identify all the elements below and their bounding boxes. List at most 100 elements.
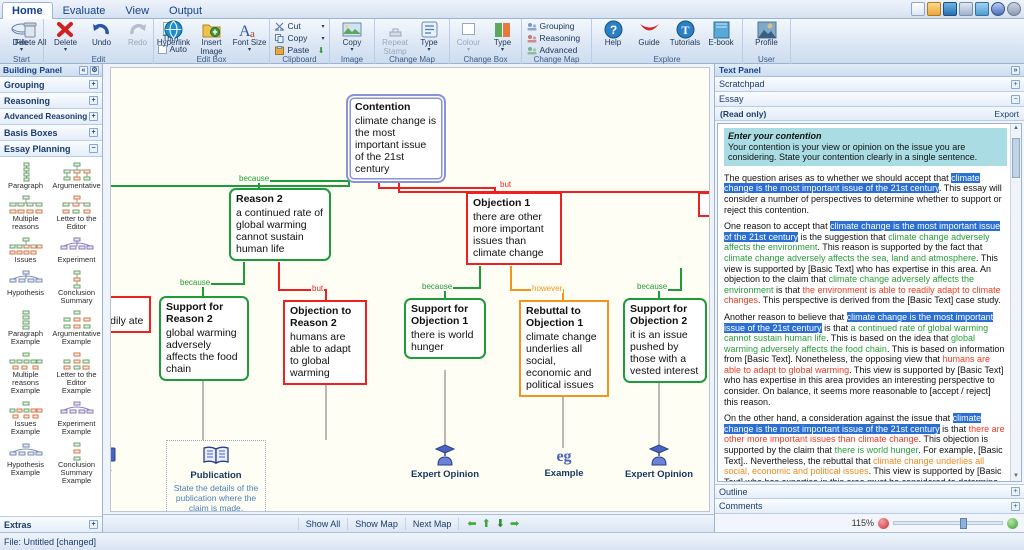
section-reasoning[interactable]: Reasoning + <box>0 93 102 109</box>
template-hypothesis-example[interactable]: Hypothesis Example <box>0 439 51 486</box>
node-objection-to-reason-2[interactable]: Objection to Reason 2 humans are able to… <box>283 300 367 385</box>
argument-map-canvas[interactable]: Contention climate change is the most im… <box>110 67 710 512</box>
save-icon[interactable] <box>943 2 957 16</box>
node-support-for-objection-1[interactable]: Support for Objection 1 there is world h… <box>404 298 486 359</box>
section-basis-boxes-toggle[interactable]: + <box>89 128 98 137</box>
node-reason-2[interactable]: Reason 2 a continued rate of global warm… <box>229 188 331 261</box>
chevron-down-icon[interactable]: ▾ <box>427 47 430 53</box>
template-letter-editor-example[interactable]: Letter to the Editor Example <box>51 349 102 396</box>
scroll-down-icon[interactable]: ▼ <box>1012 472 1020 481</box>
essay-text-area[interactable]: Enter your contention Your contention is… <box>717 123 1022 482</box>
reasoning-button[interactable]: Reasoning <box>525 33 589 43</box>
section-comments-toggle[interactable]: + <box>1011 501 1020 511</box>
section-scratchpad-toggle[interactable]: + <box>1011 79 1020 89</box>
template-letter-editor[interactable]: Letter to the Editor <box>51 193 102 232</box>
node-objection-1[interactable]: Objection 1 there are other more importa… <box>466 192 562 265</box>
insert-image-button[interactable]: Insert Image <box>193 20 231 56</box>
section-basis-boxes[interactable]: Basis Boxes + <box>0 125 102 141</box>
node-objection-2[interactable]: Objection 1 <box>698 192 709 217</box>
chevron-down-icon[interactable]: ▾ <box>321 35 324 42</box>
basis-expert-opinion-1[interactable]: Expert Opinion <box>395 444 495 480</box>
section-essay-planning-toggle[interactable]: − <box>89 144 98 153</box>
panel-options-icon[interactable]: ⚙ <box>90 65 99 75</box>
node-reason-1-partial[interactable]: X ment adily ate <box>111 296 151 333</box>
repeat-stamp-button[interactable]: Repeat Stamp <box>378 20 412 56</box>
profile-button[interactable]: Profile <box>747 20 787 48</box>
arrow-down-icon[interactable]: ⬇ <box>318 46 325 55</box>
section-advanced-reasoning[interactable]: Advanced Reasoning + <box>0 109 102 125</box>
chevron-down-icon[interactable]: ▾ <box>350 47 353 53</box>
ebook-button[interactable]: E-book <box>703 20 739 48</box>
template-argumentative-example[interactable]: Argumentative Example <box>51 308 102 347</box>
section-extras[interactable]: Extras + <box>0 516 102 532</box>
template-paragraph[interactable]: Paragraph <box>0 160 51 191</box>
basis-expert-opinion-2[interactable]: Expert Opinion <box>609 444 709 480</box>
open-icon[interactable] <box>927 2 941 16</box>
section-grouping[interactable]: Grouping + <box>0 77 102 93</box>
cut-button[interactable]: Cut ▾ <box>273 21 327 31</box>
essay-scrollbar[interactable]: ▲ ▼ <box>1010 124 1021 481</box>
next-map-button[interactable]: Next Map <box>406 517 460 530</box>
zoom-in-button[interactable] <box>1007 517 1018 529</box>
section-grouping-toggle[interactable]: + <box>89 80 98 89</box>
colour-button[interactable]: Colour ▾ <box>452 20 486 53</box>
template-experiment[interactable]: Experiment <box>51 234 102 265</box>
copy-icon[interactable] <box>959 2 973 16</box>
show-all-button[interactable]: Show All <box>297 517 349 530</box>
basis-case-study[interactable]: dy <box>111 444 156 478</box>
tutorials-button[interactable]: T Tutorials <box>667 20 703 48</box>
section-outline[interactable]: Outline + <box>715 484 1024 499</box>
template-conclusion-summary-example[interactable]: Conclusion Summary Example <box>51 439 102 486</box>
node-rebuttal-to-objection-1[interactable]: Rebuttal to Objection 1 climate change u… <box>519 300 609 397</box>
show-map-button[interactable]: Show Map <box>348 517 406 530</box>
template-conclusion-summary[interactable]: Conclusion Summary <box>51 267 102 306</box>
chevron-down-icon[interactable]: ▾ <box>64 47 67 53</box>
export-button[interactable]: Export <box>994 109 1019 119</box>
undo-icon[interactable] <box>991 2 1005 16</box>
zoom-slider[interactable] <box>893 518 1003 529</box>
section-advanced-reasoning-toggle[interactable]: + <box>89 112 98 121</box>
delete-button[interactable]: Delete ▾ <box>48 20 84 53</box>
copy-button[interactable]: Copy ▾ <box>273 33 327 43</box>
section-essay-toggle[interactable]: − <box>1011 94 1020 104</box>
section-essay-planning[interactable]: Essay Planning − <box>0 141 102 157</box>
arrow-right-icon[interactable]: ➡ <box>510 517 519 530</box>
scroll-up-icon[interactable]: ▲ <box>1012 124 1020 133</box>
guide-button[interactable]: Guide <box>631 20 667 48</box>
zoom-out-button[interactable] <box>878 517 889 529</box>
paste-button[interactable]: Paste ⬇ <box>273 45 327 55</box>
box-type-button[interactable]: Type ▾ <box>486 20 520 53</box>
new-icon[interactable] <box>911 2 925 16</box>
template-experiment-example[interactable]: Experiment Example <box>51 398 102 437</box>
essay-scrollbar-thumb[interactable] <box>1012 138 1020 178</box>
basis-publication[interactable]: Publication State the details of the pub… <box>166 440 266 511</box>
section-outline-toggle[interactable]: + <box>1011 487 1020 496</box>
hyperlink-button[interactable]: Hyperlink <box>155 20 193 48</box>
section-scratchpad[interactable]: Scratchpad + <box>715 77 1024 92</box>
image-copy-button[interactable]: Copy ▾ <box>334 20 370 53</box>
node-contention[interactable]: Contention climate change is the most im… <box>346 94 446 183</box>
template-multiple-reasons[interactable]: Multiple reasons <box>0 193 51 232</box>
section-extras-toggle[interactable]: + <box>89 520 98 529</box>
publication-box[interactable]: Publication State the details of the pub… <box>166 440 266 511</box>
chevron-down-icon[interactable]: ▾ <box>467 47 470 53</box>
template-hypothesis[interactable]: Hypothesis <box>0 267 51 306</box>
arrow-left-icon[interactable]: ⬅ <box>467 517 476 530</box>
section-reasoning-toggle[interactable]: + <box>89 96 98 105</box>
advanced-button[interactable]: Advanced <box>525 45 589 55</box>
undo-button[interactable]: Undo <box>84 20 120 48</box>
template-argumentative[interactable]: Argumentative <box>51 160 102 191</box>
map-type-button[interactable]: Type ▾ <box>412 20 446 53</box>
collapse-text-panel-icon[interactable]: » <box>1011 65 1020 75</box>
basis-assertion[interactable]: Assertion <box>707 444 709 480</box>
node-support-for-reason-2[interactable]: Support for Reason 2 global warming adve… <box>159 296 249 381</box>
basis-example[interactable]: eg Example <box>514 446 614 479</box>
chevron-down-icon[interactable]: ▾ <box>321 23 324 30</box>
node-support-for-objection-2[interactable]: Support for Objection 2 it is an issue p… <box>623 298 707 383</box>
arrow-up-icon[interactable]: ⬆ <box>482 517 491 530</box>
delete-all-button[interactable]: Delete All <box>12 20 48 48</box>
arrow-down-icon[interactable]: ⬇ <box>496 517 505 530</box>
template-issues-example[interactable]: Issues Example <box>0 398 51 437</box>
template-multiple-reasons-example[interactable]: Multiple reasons Example <box>0 349 51 396</box>
image-icon[interactable] <box>975 2 989 16</box>
